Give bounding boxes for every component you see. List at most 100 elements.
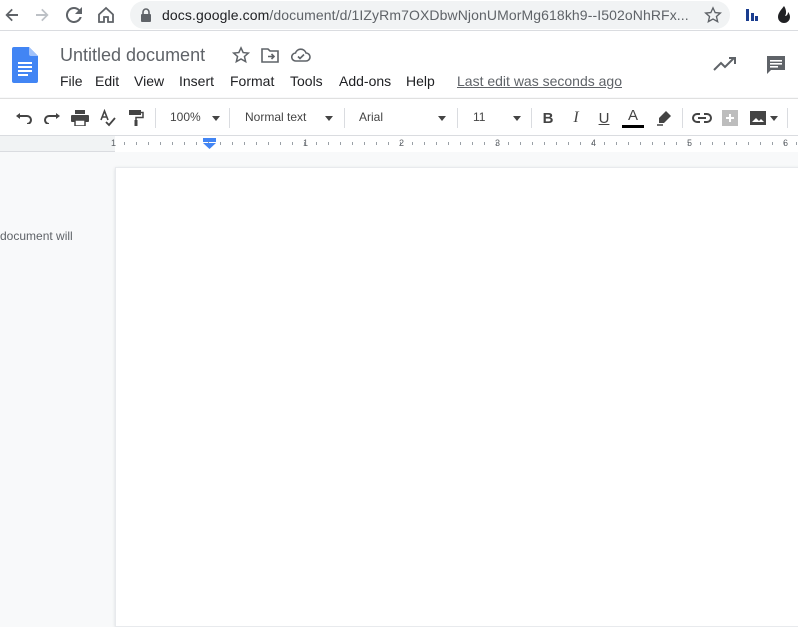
ruler-tick — [724, 142, 725, 145]
toolbar-divider — [155, 108, 156, 128]
insert-link-button[interactable] — [690, 106, 714, 130]
home-button[interactable] — [94, 3, 118, 27]
toolbar-divider — [531, 108, 532, 128]
image-caret-icon[interactable] — [770, 116, 778, 121]
activity-trend-icon[interactable] — [713, 56, 737, 72]
ruler-tick — [160, 142, 161, 145]
add-comment-button[interactable] — [718, 106, 742, 130]
star-icon[interactable] — [232, 46, 250, 64]
ruler-tick — [148, 142, 149, 145]
indent-marker-icon[interactable] — [203, 138, 216, 150]
ruler-label: 5 — [687, 138, 693, 148]
ruler-tick — [340, 142, 341, 145]
ruler-tick — [244, 142, 245, 145]
ruler-tick — [460, 142, 461, 145]
paint-roller-icon — [129, 110, 144, 126]
document-title[interactable]: Untitled document — [60, 45, 205, 66]
ruler-tick — [424, 142, 425, 145]
ruler-label: 3 — [495, 138, 501, 148]
spellcheck-icon — [100, 109, 116, 127]
toolbar-divider — [682, 108, 683, 128]
menu-tools[interactable]: Tools — [290, 73, 323, 89]
docs-logo-icon[interactable] — [12, 47, 38, 83]
menu-insert[interactable]: Insert — [179, 73, 214, 89]
ruler-tick — [280, 142, 281, 145]
print-icon — [71, 110, 89, 126]
italic-button[interactable]: I — [564, 106, 588, 130]
print-button[interactable] — [68, 106, 92, 130]
last-edit-link[interactable]: Last edit was seconds ago — [457, 73, 622, 89]
paragraph-style-select[interactable]: Normal text — [245, 110, 306, 124]
back-button[interactable] — [0, 3, 24, 27]
reload-button[interactable] — [62, 3, 86, 27]
comments-icon[interactable] — [765, 54, 787, 76]
style-caret-icon[interactable] — [325, 116, 333, 121]
undo-icon — [16, 113, 32, 124]
ruler-tick — [736, 142, 737, 145]
undo-button[interactable] — [12, 106, 36, 130]
ruler-tick — [268, 142, 269, 145]
extension-flame-icon[interactable] — [775, 5, 793, 30]
font-caret-icon[interactable] — [438, 116, 446, 121]
text-color-glyph: A — [627, 107, 638, 124]
insert-image-button[interactable] — [746, 106, 770, 130]
menu-help[interactable]: Help — [406, 73, 435, 89]
spellcheck-button[interactable] — [96, 106, 120, 130]
menu-view[interactable]: View — [134, 73, 164, 89]
toolbar-divider — [787, 108, 788, 128]
ruler-tick — [448, 142, 449, 145]
menu-format[interactable]: Format — [230, 73, 274, 89]
menu-addons[interactable]: Add-ons — [339, 73, 391, 89]
horizontal-ruler[interactable]: 1 1 2 3 4 5 6 — [0, 136, 798, 152]
ruler-tick — [760, 142, 761, 145]
ruler-tick — [220, 142, 221, 145]
text-color-button[interactable]: A — [621, 106, 645, 130]
ruler-tick — [796, 142, 797, 145]
ruler-tick — [676, 142, 677, 145]
docs-header: Untitled document File Edit View Insert … — [0, 31, 798, 97]
extension-icon[interactable] — [744, 6, 760, 29]
menu-edit[interactable]: Edit — [95, 73, 119, 89]
ruler-tick — [436, 142, 437, 145]
formatting-toolbar: 100% Normal text Arial 11 B I U A — [0, 98, 798, 136]
document-page[interactable] — [115, 167, 798, 627]
ruler-tick — [376, 142, 377, 145]
link-icon — [692, 113, 712, 123]
ruler-label: 6 — [783, 138, 789, 148]
lock-icon — [141, 8, 151, 22]
highlight-button[interactable] — [652, 106, 676, 130]
font-select[interactable]: Arial — [359, 110, 383, 124]
ruler-tick — [364, 142, 365, 145]
redo-button[interactable] — [40, 106, 64, 130]
forward-arrow-icon — [36, 8, 49, 22]
url-text: docs.google.com/document/d/1IZyRm7OXDbwN… — [162, 7, 689, 23]
bookmark-star-icon[interactable] — [704, 6, 722, 24]
add-comment-icon — [722, 110, 738, 126]
ruler-label: 1 — [303, 138, 309, 148]
address-bar[interactable]: docs.google.com/document/d/1IZyRm7OXDbwN… — [130, 1, 730, 29]
menu-file[interactable]: File — [60, 73, 83, 89]
bold-button[interactable]: B — [536, 106, 560, 130]
ruler-tick — [412, 142, 413, 145]
ruler-tick — [124, 142, 125, 145]
size-caret-icon[interactable] — [513, 116, 521, 121]
home-icon — [98, 6, 114, 23]
zoom-caret-icon[interactable] — [212, 116, 220, 121]
highlighter-icon — [657, 111, 671, 126]
move-to-folder-icon[interactable] — [261, 47, 279, 63]
ruler-label: 1 — [111, 138, 117, 148]
zoom-select[interactable]: 100% — [170, 110, 201, 124]
underline-button[interactable]: U — [592, 106, 616, 130]
cloud-saved-icon[interactable] — [291, 48, 311, 62]
ruler-tick — [772, 142, 773, 145]
ruler-tick — [352, 142, 353, 145]
ruler-tick — [184, 142, 185, 145]
ruler-tick — [664, 142, 665, 145]
ruler-tick — [628, 142, 629, 145]
back-arrow-icon — [5, 8, 19, 22]
forward-button[interactable] — [30, 3, 54, 27]
font-size-select[interactable]: 11 — [473, 110, 485, 124]
redo-icon — [44, 113, 60, 124]
ruler-tick — [232, 142, 233, 145]
paint-format-button[interactable] — [124, 106, 148, 130]
